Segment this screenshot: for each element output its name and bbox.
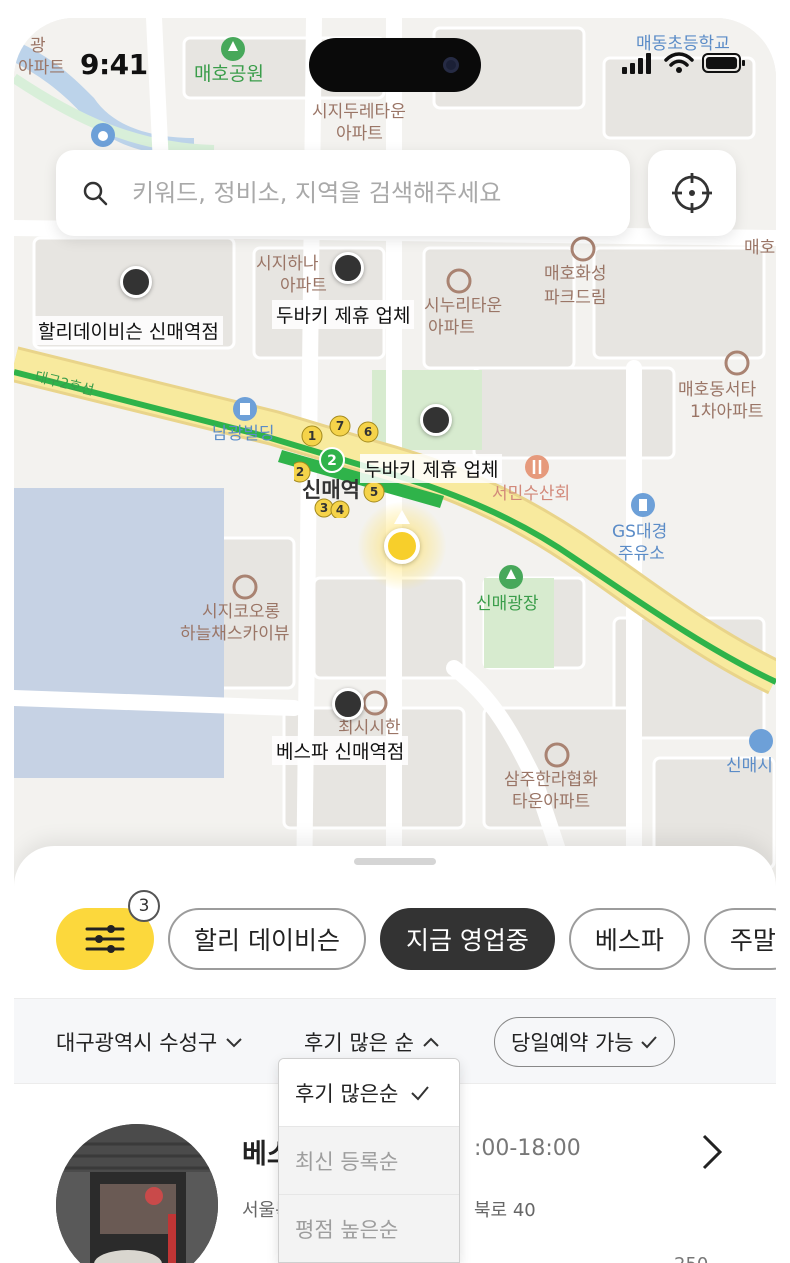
- heading-arrow-icon: [394, 510, 410, 524]
- station-line-number: 2: [327, 453, 337, 469]
- map-label-apt: 매호화성: [544, 264, 607, 284]
- map-label-apt: 시지코오롱: [202, 602, 281, 622]
- search-input[interactable]: [132, 179, 592, 207]
- exit-number: 6: [364, 425, 372, 439]
- current-location-marker: [384, 528, 420, 564]
- restaurant-poi-icon: [525, 455, 549, 479]
- search-bar[interactable]: [56, 150, 630, 236]
- shop-pin[interactable]: [120, 266, 152, 298]
- map-label-apt: 아파트: [280, 276, 327, 296]
- sheet-handle[interactable]: [354, 858, 436, 865]
- map-label-edge: 신매시: [726, 756, 773, 776]
- apt-poi-icon: [544, 742, 570, 768]
- map-label-building: 남광빌딩: [212, 424, 275, 444]
- status-icons: [622, 52, 746, 74]
- building-poi-icon: [233, 397, 257, 421]
- map-label-apt: 아파트: [18, 58, 65, 78]
- sort-option-rating[interactable]: 평점 높은순: [279, 1195, 459, 1262]
- shop-count: 250: [674, 1254, 708, 1263]
- sort-dropdown[interactable]: 후기 많은 순: [304, 1027, 440, 1057]
- sort-option-label: 평점 높은순: [295, 1217, 399, 1242]
- chip-vespa[interactable]: 베스파: [568, 908, 690, 970]
- wifi-icon: [664, 52, 694, 73]
- map-label-apt: 시지두레타운: [312, 102, 406, 122]
- exit-number: 3: [320, 501, 328, 515]
- exit-number: 7: [336, 419, 344, 433]
- map-label-apt: 삼주한라협화: [504, 770, 598, 790]
- exit-number: 5: [370, 485, 378, 499]
- plaza-poi-icon: [499, 565, 523, 589]
- check-icon: [640, 1036, 657, 1049]
- status-time: 9:41: [80, 48, 148, 81]
- region-label: 대구광역시 수성구: [56, 1031, 218, 1055]
- filter-button[interactable]: 3: [56, 890, 160, 970]
- apt-poi-icon: [724, 350, 750, 376]
- map-label-apt: 아파트: [428, 318, 475, 338]
- signal-icon: [622, 53, 651, 74]
- map-label-apt: 파크드림: [544, 288, 607, 308]
- park-poi-icon: [221, 37, 245, 61]
- gas-poi-icon: [631, 493, 655, 517]
- exit-number: 4: [336, 503, 344, 517]
- sort-options-menu[interactable]: 후기 많은순 최신 등록순 평점 높은순: [278, 1058, 460, 1263]
- map-label-park: 매호공원: [194, 63, 264, 85]
- shop-pin-label[interactable]: 두바키 제휴 업체: [360, 454, 503, 483]
- locate-button[interactable]: [648, 150, 736, 236]
- map-label-apt: 시누리타운: [424, 296, 503, 316]
- map-label-apt: 아파트: [336, 124, 383, 144]
- map-label-restaurant: 서민수산회: [492, 484, 571, 504]
- map-label-apt: 하늘채스카이뷰: [180, 624, 290, 644]
- map-label-apt: 타운아파트: [512, 792, 591, 812]
- filter-count-badge: 3: [128, 890, 160, 922]
- exit-number: 2: [296, 465, 304, 479]
- check-icon: [411, 1085, 430, 1100]
- search-icon: [83, 181, 108, 206]
- sort-option-label: 최신 등록순: [295, 1149, 399, 1174]
- map-label-edge: 매호: [744, 238, 776, 258]
- chip-open-now[interactable]: 지금 영업중: [379, 908, 555, 970]
- shop-pin[interactable]: [332, 688, 364, 720]
- shop-pin[interactable]: [420, 404, 452, 436]
- map-label-gas: 주유소: [618, 544, 665, 564]
- shop-pin[interactable]: [332, 252, 364, 284]
- chevron-right-icon[interactable]: [700, 1132, 724, 1172]
- map-label-apt: 광: [30, 36, 46, 56]
- crosshair-icon: [672, 173, 712, 213]
- apt-poi-icon: [232, 574, 258, 600]
- chevron-up-icon: [423, 1037, 439, 1047]
- battery-icon: [702, 53, 745, 73]
- map-label-apt: 매호동서타: [678, 380, 757, 400]
- same-day-label: 당일예약 가능: [511, 1031, 634, 1055]
- map-label-apt: 1차아파트: [690, 402, 764, 422]
- shop-address-tail: 북로 40: [474, 1200, 536, 1221]
- filter-chips: 3 할리 데이비슨 지금 영업중 베스파 주말: [56, 890, 776, 970]
- shop-pin-label[interactable]: 두바키 제휴 업체: [272, 300, 415, 329]
- chip-harley[interactable]: 할리 데이비슨: [168, 908, 366, 970]
- chevron-down-icon: [226, 1038, 242, 1048]
- building-poi-icon: [749, 729, 773, 753]
- shop-photo: [56, 1124, 218, 1263]
- map-label-plaza: 신매광장: [476, 594, 539, 614]
- apt-poi-icon: [570, 236, 596, 262]
- map-label-apt: 시지하나: [256, 254, 319, 274]
- shop-pin-label[interactable]: 할리데이비슨 신매역점: [34, 316, 223, 345]
- school-poi-icon: [91, 123, 115, 147]
- camera-icon: [443, 57, 459, 73]
- map-label-gas: GS대경: [612, 522, 668, 542]
- shop-hours: :00-18:00: [474, 1136, 581, 1161]
- sort-option-label: 후기 많은순: [295, 1081, 399, 1106]
- shop-pin-label[interactable]: 베스파 신매역점: [272, 736, 409, 765]
- sliders-icon: [85, 925, 125, 953]
- sort-label: 후기 많은 순: [304, 1031, 414, 1055]
- sort-option-newest[interactable]: 최신 등록순: [279, 1127, 459, 1195]
- exit-number: 1: [308, 429, 316, 443]
- dynamic-island: [309, 38, 481, 92]
- chip-weekend[interactable]: 주말: [703, 908, 776, 970]
- sort-option-reviews[interactable]: 후기 많은순: [279, 1059, 459, 1127]
- shop-thumbnail[interactable]: [56, 1124, 218, 1263]
- apt-poi-icon: [446, 268, 472, 294]
- apt-poi-icon: [362, 690, 388, 716]
- region-dropdown[interactable]: 대구광역시 수성구: [56, 1027, 243, 1057]
- same-day-toggle[interactable]: 당일예약 가능: [494, 1017, 675, 1067]
